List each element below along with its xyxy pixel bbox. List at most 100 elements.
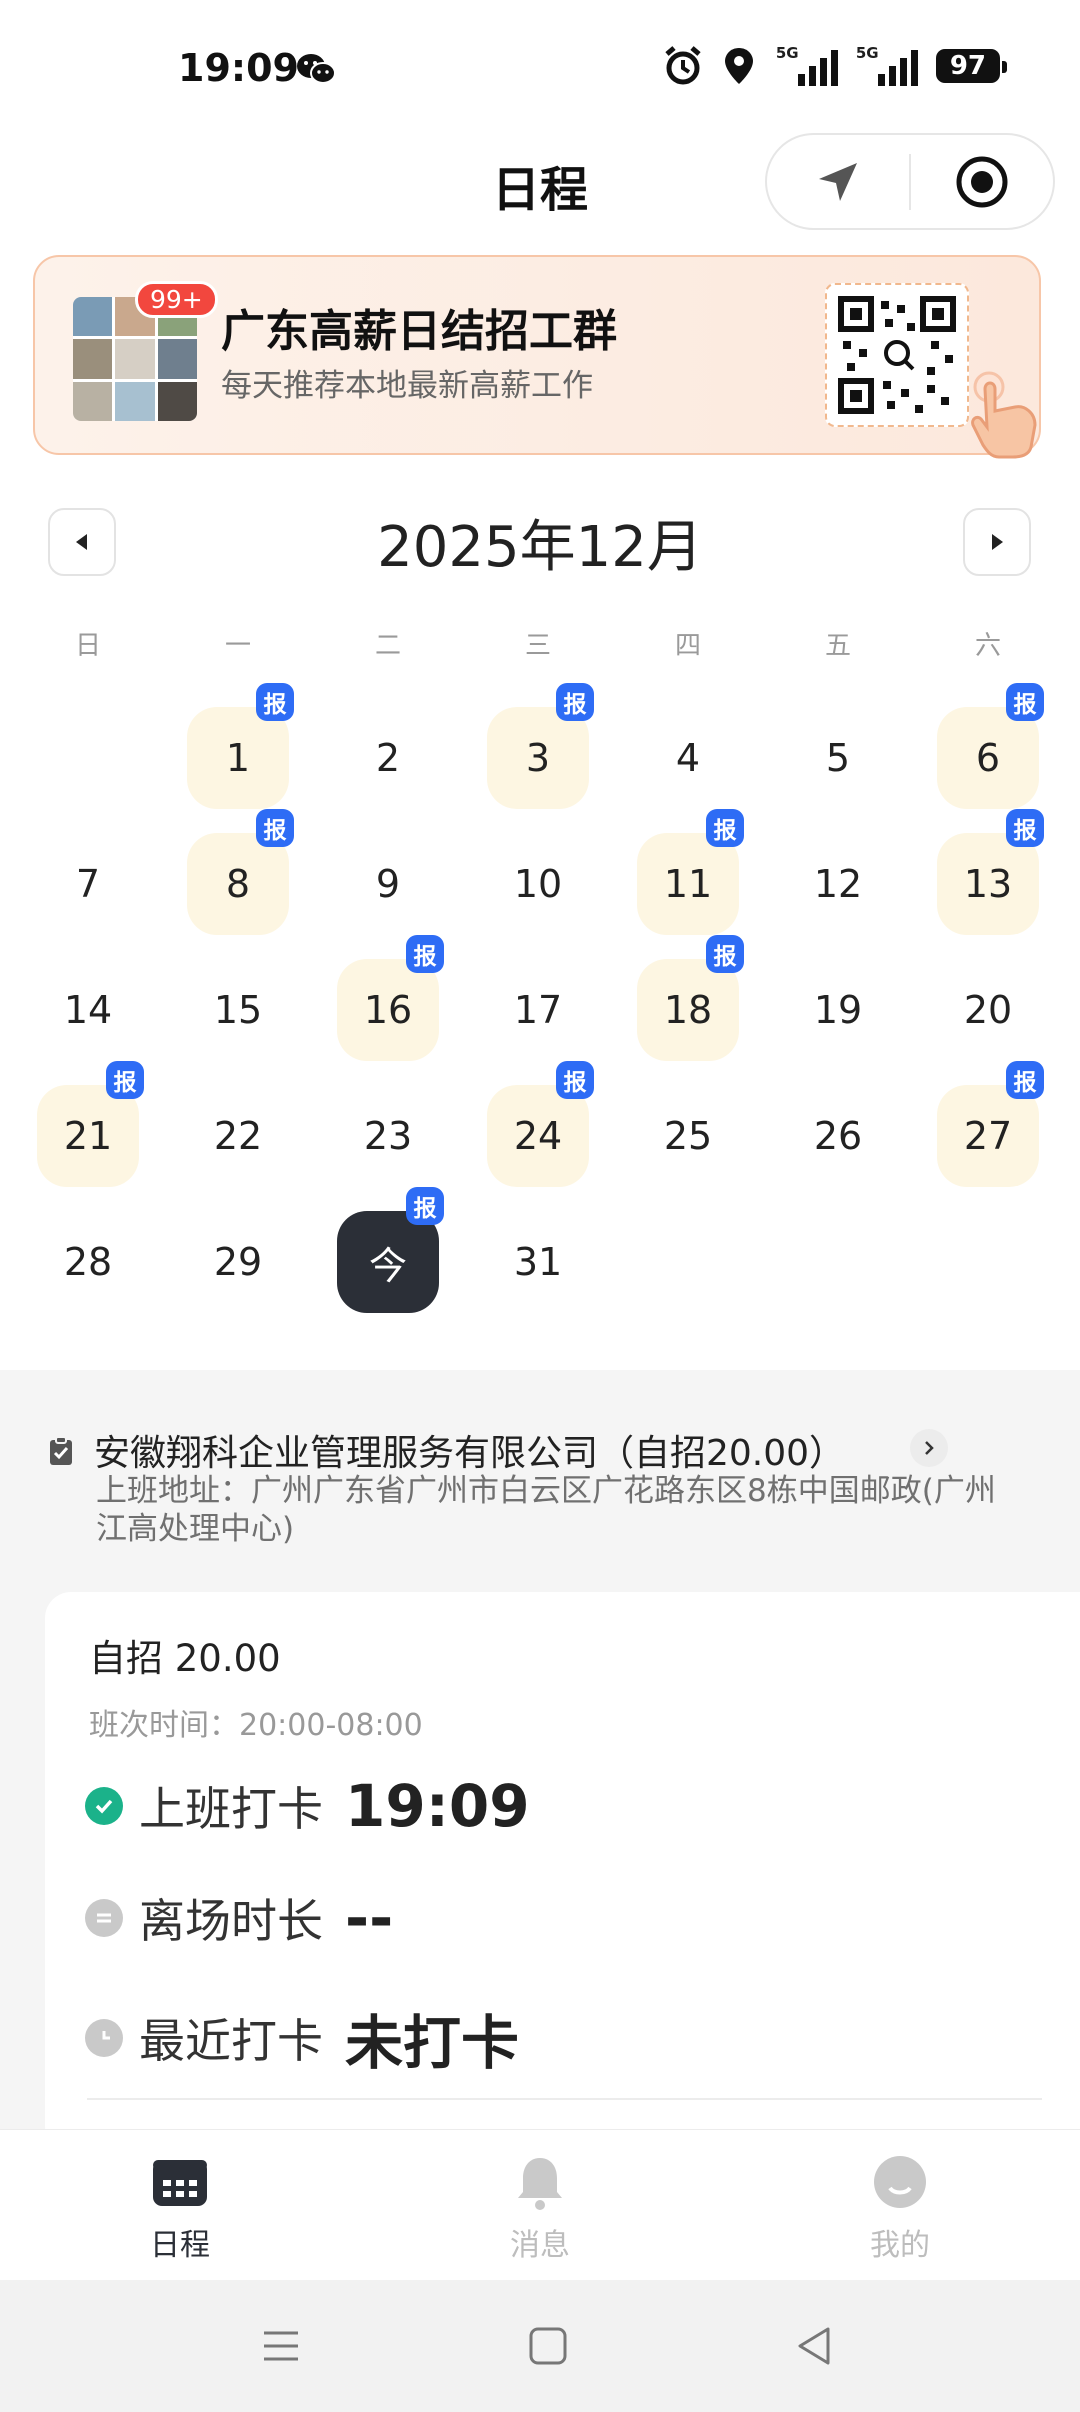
report-badge: 报: [1006, 1061, 1044, 1099]
report-badge: 报: [556, 1061, 594, 1099]
calendar-day-label: 1: [225, 736, 251, 780]
calendar-day[interactable]: 3: [487, 707, 589, 809]
calendar-day-label: 6: [975, 736, 1001, 780]
calendar-day[interactable]: 16: [337, 959, 439, 1061]
report-badge: 报: [556, 683, 594, 721]
clock-in-row: 上班打卡 19:09: [85, 1772, 530, 1840]
report-badge: 报: [706, 809, 744, 847]
calendar-day-label: 5: [825, 736, 851, 780]
calendar-day[interactable]: 29: [187, 1211, 289, 1313]
tab-messages[interactable]: 消息: [440, 2152, 640, 2264]
calendar-day[interactable]: 21: [37, 1085, 139, 1187]
calendar-day-label: 27: [963, 1114, 1013, 1158]
calendar-day-label: 14: [63, 988, 113, 1032]
menu-icon[interactable]: [258, 2323, 304, 2369]
card-title: 自招 20.00: [89, 1637, 281, 1680]
clock-in-value: 19:09: [345, 1772, 530, 1840]
calendar-day-label: 7: [75, 862, 101, 906]
calendar-day[interactable]: 25: [637, 1085, 739, 1187]
work-address: 上班地址：广州广东省广州市白云区广花路东区8栋中国邮政(广州江高处理中心): [96, 1473, 996, 1547]
calendar-day-label: 29: [213, 1240, 263, 1284]
calendar-day[interactable]: 9: [337, 833, 439, 935]
calendar-day[interactable]: 24: [487, 1085, 589, 1187]
calendar-day[interactable]: 20: [937, 959, 1039, 1061]
calendar-day[interactable]: 6: [937, 707, 1039, 809]
calendar-day-label: 13: [963, 862, 1013, 906]
calendar-day[interactable]: 4: [637, 707, 739, 809]
clock-in-label: 上班打卡: [139, 1782, 323, 1836]
calendar-day-label: 28: [63, 1240, 113, 1284]
calendar-day[interactable]: 10: [487, 833, 589, 935]
calendar-day[interactable]: 14: [37, 959, 139, 1061]
calendar-day-label: 15: [213, 988, 263, 1032]
calendar-day[interactable]: 13: [937, 833, 1039, 935]
calendar-day[interactable]: 8: [187, 833, 289, 935]
calendar-day-label: 22: [213, 1114, 263, 1158]
away-duration-label: 离场时长: [139, 1894, 323, 1948]
calendar-day-label: 21: [63, 1114, 113, 1158]
last-punch-value: 未打卡: [345, 2009, 520, 2077]
calendar-day[interactable]: 5: [787, 707, 889, 809]
calendar-day[interactable]: 1: [187, 707, 289, 809]
calendar-day-label: 10: [513, 862, 563, 906]
bottom-tab-bar: 日程 消息 我的: [0, 2129, 1080, 2279]
calendar-day[interactable]: 12: [787, 833, 889, 935]
profile-icon: [874, 2156, 926, 2208]
last-punch-label: 最近打卡: [139, 2014, 323, 2068]
calendar-day-label: 25: [663, 1114, 713, 1158]
calendar-day[interactable]: 18: [637, 959, 739, 1061]
calendar-day[interactable]: 27: [937, 1085, 1039, 1187]
chevron-right-icon: [925, 1441, 934, 1455]
back-triangle-icon[interactable]: [792, 2323, 838, 2369]
calendar-day[interactable]: 19: [787, 959, 889, 1061]
calendar-day[interactable]: 15: [187, 959, 289, 1061]
bell-icon: [518, 2158, 562, 2210]
tab-messages-label: 消息: [510, 2228, 570, 2263]
calendar-day-label: 24: [513, 1114, 563, 1158]
calendar-day-label: 今: [368, 1243, 407, 1288]
report-badge: 报: [1006, 683, 1044, 721]
exit-circle-icon: [85, 1899, 123, 1937]
home-square-icon[interactable]: [525, 2323, 571, 2369]
calendar-day-label: 2: [375, 736, 401, 780]
system-navigation-bar: [0, 2280, 1080, 2412]
last-punch-row: 最近打卡 未打卡: [85, 1996, 519, 2080]
company-detail-button[interactable]: [910, 1429, 948, 1467]
calendar-day-label: 16: [363, 988, 413, 1032]
calendar-day[interactable]: 23: [337, 1085, 439, 1187]
report-badge: 报: [256, 809, 294, 847]
calendar-day-label: 17: [513, 988, 563, 1032]
calendar-day-label: 8: [225, 862, 251, 906]
tab-profile[interactable]: 我的: [800, 2152, 1000, 2264]
calendar-day[interactable]: 7: [37, 833, 139, 935]
calendar-day-today[interactable]: 今: [337, 1211, 439, 1313]
calendar-day[interactable]: 2: [337, 707, 439, 809]
shift-time: 班次时间：20:00-08:00: [89, 1708, 423, 1743]
report-badge: 报: [256, 683, 294, 721]
report-badge: 报: [706, 935, 744, 973]
calendar-grid: 1 报 2 3 报 4 5 6 报 7 8 报 9 10 11 报 12 13 报 14 15 16 报 17 18 报 19 20 2…: [0, 0, 1080, 1340]
attendance-card: 自招 20.00 班次时间：20:00-08:00 上班打卡 19:09 离场时…: [45, 1592, 1080, 2152]
calendar-day[interactable]: 17: [487, 959, 589, 1061]
calendar-day-label: 18: [663, 988, 713, 1032]
clock-icon: [85, 2019, 123, 2057]
calendar-day[interactable]: 28: [37, 1211, 139, 1313]
calendar-day-label: 3: [525, 736, 551, 780]
calendar-day-label: 23: [363, 1114, 413, 1158]
tab-schedule-label: 日程: [150, 2228, 210, 2263]
report-badge: 报: [106, 1061, 144, 1099]
tab-schedule[interactable]: 日程: [80, 2152, 280, 2264]
company-name[interactable]: 安徽翔科企业管理服务有限公司（自招20.00）: [94, 1424, 845, 1476]
report-badge: 报: [406, 1187, 444, 1225]
calendar-day-label: 19: [813, 988, 863, 1032]
calendar-day[interactable]: 11: [637, 833, 739, 935]
calendar-day[interactable]: 26: [787, 1085, 889, 1187]
away-duration-value: --: [345, 1884, 394, 1952]
calendar-day[interactable]: 22: [187, 1085, 289, 1187]
report-badge: 报: [1006, 809, 1044, 847]
calendar-day[interactable]: 31: [487, 1211, 589, 1313]
calendar-day-label: 26: [813, 1114, 863, 1158]
clipboard-check-icon: [50, 1436, 72, 1465]
calendar-day-label: 31: [513, 1240, 563, 1284]
calendar-day-label: 20: [963, 988, 1013, 1032]
